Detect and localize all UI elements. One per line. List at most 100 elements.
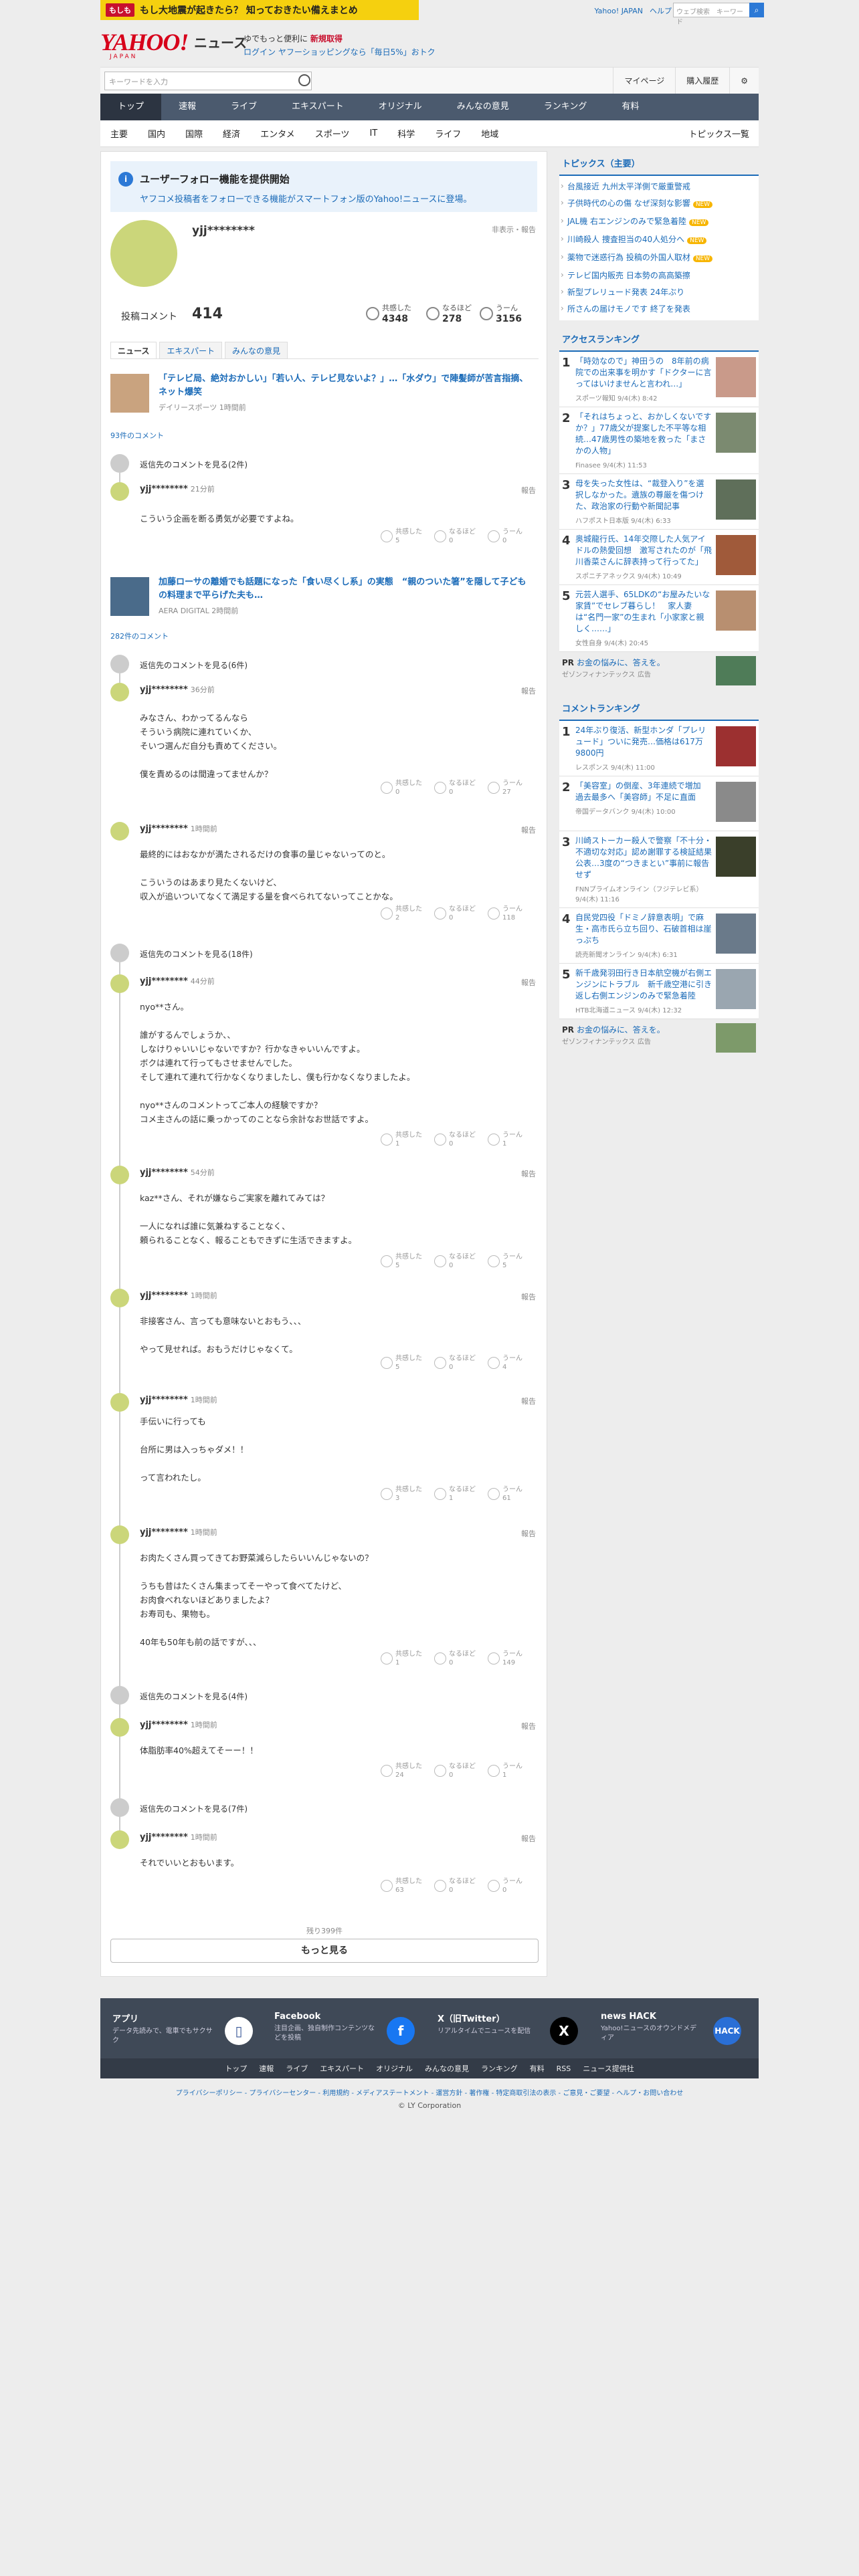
category-item[interactable]: 経済 [213,127,250,140]
ranking-item[interactable]: 5 新千歳発羽田行き日本航空機が右側エンジンにトラブル 新千歳空港に引き返し右側エ… [559,964,759,1019]
understand-button[interactable]: なるほど 0 [434,528,488,545]
footer-nav-item[interactable]: 有料 [530,2063,545,2074]
footer-nav-item[interactable]: ライブ [286,2063,308,2074]
category-item[interactable]: スポーツ [305,127,360,140]
search-icon[interactable] [298,74,310,86]
hide-report-link[interactable]: 非表示・報告 [492,224,536,235]
keyword-search-input[interactable]: キーワードを入力 [104,72,312,90]
report-link[interactable]: 報告 [521,1721,536,1731]
article-title[interactable]: 加藤ローサの離婚でも話題になった「食い尽くし系」の実態 “親のついた箸”を隠して… [159,576,533,603]
empathy-button[interactable]: 共感した 3 [381,1485,434,1503]
tab-expert[interactable]: エキスパート [159,342,223,358]
topics-list-link[interactable]: トピックス一覧 [678,127,759,140]
footer-x[interactable]: X（旧Twitter） リアルタイムでニュースを配信 X [438,2012,591,2052]
link-yahoo-japan[interactable]: Yahoo! JAPAN [594,7,643,15]
ranking-item[interactable]: 1 「時効なので」神田うの 8年前の病院での出来事を明かす「ドクターに言ってはいけ… [559,352,759,407]
ranking-item[interactable]: 5 元芸人選手、65LDKの“お屋みたいな家賃”でセレブ暮らし！ 家人妻は“名門一… [559,585,759,652]
ranking-item[interactable]: 4 自民党四役「ドミノ辞意表明」で麻生・高市氏ら立ち回り、石破首相は崖っぷち 読売新… [559,908,759,964]
empathy-button[interactable]: 共感した 1 [381,1650,434,1667]
empathy-button[interactable]: 共感した 2 [381,905,434,922]
understand-button[interactable]: なるほど 0 [434,1253,488,1270]
topic-item[interactable]: 所さんの届けモノです 終了を発表 [559,301,759,318]
ranking-item[interactable]: 2 「それはちょっと、おかしくないですか？」77歳父が提案した不平等な相続…47歳… [559,407,759,474]
article-title[interactable]: 「テレビ局、絶対おかしい」「若い人、テレビ見ないよ？」…「水ダウ」で陣髪師が苦言… [159,372,533,399]
pr-ad[interactable]: PR お金の悩みに、答えを。 ゼゾンフィナンテックス 広告 [559,1019,759,1057]
empathy-button[interactable]: 共感した 0 [381,779,434,796]
reply-collapse[interactable]: 返信先のコメントを見る(2件) [110,454,539,473]
gnav-item[interactable]: ランキング [527,94,605,120]
understand-button[interactable]: なるほど 0 [434,1650,488,1667]
article-comment-count[interactable]: 282件のコメント [110,631,169,641]
category-item[interactable]: 国際 [175,127,213,140]
ranking-item[interactable]: 4 奥城龍行氏、14年交際した人気アイドルの熱愛回想 激写されたのが「飛川香菜さん… [559,530,759,585]
report-link[interactable]: 報告 [521,685,536,696]
category-item[interactable]: 科学 [387,127,425,140]
footer-nav-item[interactable]: ランキング [481,2063,518,2074]
mypage-button[interactable]: マイページ [613,68,675,94]
reply-collapse[interactable]: 返信先のコメントを見る(7件) [110,1798,539,1817]
follow-notice[interactable]: i ユーザーフォロー機能を提供開始 ヤフコメ投稿者をフォローできる機能がスマート… [110,161,537,212]
category-item[interactable]: 地域 [471,127,508,140]
empathy-button[interactable]: 共感した 24 [381,1762,434,1780]
pr-ad[interactable]: PR お金の悩みに、答えを。 ゼゾンフィナンテックス 広告 [559,652,759,689]
shopping-promo-link[interactable]: ヤフーショッピングなら「毎日5%」おトク [278,47,436,57]
hmm-button[interactable]: うーん 61 [488,1485,541,1503]
topic-item[interactable]: 子供時代の心の傷 なぜ深刻な影響NEW [559,195,759,213]
tab-news[interactable]: ニュース [110,342,157,358]
gnav-item[interactable]: みんなの意見 [440,94,527,120]
gnav-item[interactable]: トップ [100,94,162,120]
footer-nav-item[interactable]: エキスパート [320,2063,364,2074]
ranking-item[interactable]: 3 川崎ストーカー殺人で警察「不十分・不適切な対応」認め謝罪する検証結果公表…3度… [559,831,759,908]
hmm-button[interactable]: うーん 27 [488,779,541,796]
report-link[interactable]: 報告 [521,1396,536,1406]
reply-collapse[interactable]: 返信先のコメントを見る(18件) [110,944,539,962]
understand-button[interactable]: なるほど 0 [434,1762,488,1780]
reply-collapse[interactable]: 返信先のコメントを見る(4件) [110,1686,539,1705]
category-item[interactable]: 国内 [138,127,175,140]
report-link[interactable]: 報告 [521,1528,536,1539]
load-more-button[interactable]: もっと見る [110,1939,539,1963]
ranking-item[interactable]: 1 24年ぶり復活、新型ホンダ「プレリュード」ついに発売…価格は617万9800円… [559,721,759,776]
topic-item[interactable]: 台風接近 九州太平洋側で厳重警戒 [559,179,759,195]
footer-nav-item[interactable]: 速報 [259,2063,274,2074]
report-link[interactable]: 報告 [521,1168,536,1179]
web-search-input[interactable]: ウェブ検索 キーワード [673,3,752,26]
hmm-button[interactable]: うーん 1 [488,1762,541,1780]
empathy-button[interactable]: 共感した 5 [381,1253,434,1270]
article-thumbnail[interactable] [110,577,149,616]
category-item[interactable]: エンタメ [250,127,305,140]
topic-item[interactable]: テレビ国内販売 日本勢の高高築擦 [559,267,759,284]
hmm-button[interactable]: うーん 1 [488,1131,541,1148]
understand-button[interactable]: なるほど 1 [434,1485,488,1503]
logo-news[interactable]: ニュース [194,32,247,51]
footer-newshack[interactable]: news HACK Yahoo!ニュースのオウンドメディア HACK [601,2012,755,2052]
understand-button[interactable]: なるほど 0 [434,905,488,922]
notice-sub[interactable]: ヤフコメ投稿者をフォローできる機能がスマートフォン版のYahoo!ニュースに登場… [140,192,472,205]
topic-item[interactable]: 川崎殺人 捜査担当の40人処分へNEW [559,231,759,249]
footer-nav-item[interactable]: オリジナル [376,2063,413,2074]
footer-app[interactable]: アプリ データ先読みで、電車でもサクサク ▯ [112,2012,266,2052]
footer-facebook[interactable]: Facebook 注目企画、独自制作コンテンツなどを投稿 f [274,2012,428,2052]
access-ranking-heading[interactable]: アクセスランキング [559,327,759,352]
hmm-button[interactable]: うーん 5 [488,1253,541,1270]
category-item[interactable]: 主要 [100,127,138,140]
link-help[interactable]: ヘルプ [650,7,672,15]
hmm-button[interactable]: うーん 4 [488,1354,541,1372]
topic-item[interactable]: 薬物で迷惑行為 投稿の外国人取材NEW [559,249,759,267]
empathy-button[interactable]: 共感した 1 [381,1131,434,1148]
understand-button[interactable]: なるほど 0 [434,1131,488,1148]
article-thumbnail[interactable] [110,374,149,413]
gnav-item[interactable]: オリジナル [361,94,440,120]
report-link[interactable]: 報告 [521,485,536,496]
understand-button[interactable]: なるほど 0 [434,779,488,796]
gnav-item[interactable]: エキスパート [274,94,361,120]
yahoo-logo[interactable]: YAHOO! [100,28,189,56]
topic-item[interactable]: JAL機 右エンジンのみで緊急着陸NEW [559,213,759,231]
footer-nav-item[interactable]: トップ [225,2063,247,2074]
topic-item[interactable]: 新型プレリュード発表 24年ぶり [559,284,759,301]
report-link[interactable]: 報告 [521,1291,536,1302]
hmm-button[interactable]: うーん 118 [488,905,541,922]
understand-button[interactable]: なるほど 0 [434,1877,488,1895]
purchase-history-button[interactable]: 購入履歴 [675,68,729,94]
gear-icon[interactable]: ⚙ [729,68,759,94]
